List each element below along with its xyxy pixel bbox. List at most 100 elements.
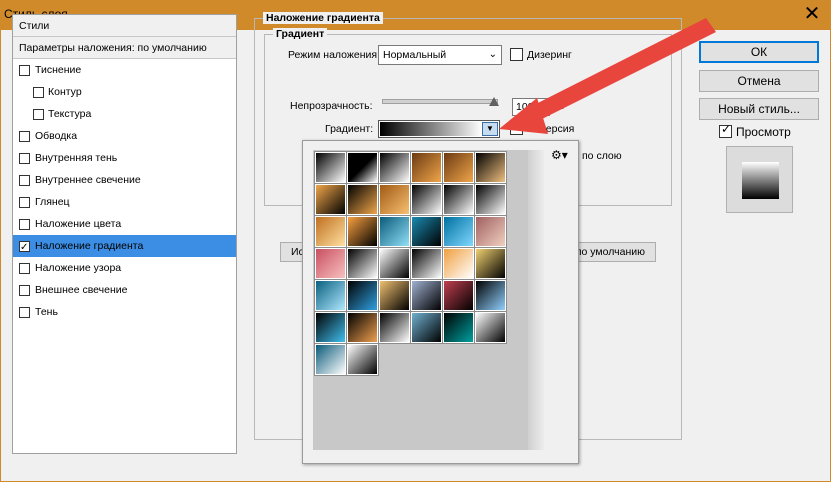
gradient-preset-swatch[interactable] xyxy=(314,247,347,280)
gradient-preview-swatch[interactable] xyxy=(380,122,482,136)
styles-header[interactable]: Стили xyxy=(13,15,236,37)
style-item-label: Наложение цвета xyxy=(35,218,122,230)
style-item-checkbox[interactable] xyxy=(19,219,30,230)
style-item-checkbox[interactable] xyxy=(19,131,30,142)
opacity-unit: % xyxy=(555,100,565,112)
close-icon[interactable]: ✕ xyxy=(801,4,823,26)
opacity-slider-thumb[interactable] xyxy=(489,97,499,106)
gear-icon[interactable]: ⚙▾ xyxy=(551,148,568,162)
gradient-preset-swatch[interactable] xyxy=(378,215,411,248)
style-preview xyxy=(726,146,793,213)
gradient-preset-swatch[interactable] xyxy=(314,151,347,184)
blending-options-item[interactable]: Параметры наложения: по умолчанию xyxy=(13,37,236,59)
gradient-preset-swatch[interactable] xyxy=(410,183,443,216)
dither-checkbox[interactable] xyxy=(510,48,523,61)
triangle-down-icon: ▼ xyxy=(486,124,494,133)
gradient-preset-swatch[interactable] xyxy=(474,311,507,344)
style-item-checkbox[interactable] xyxy=(19,197,30,208)
reset-default-button[interactable]: по умолчанию xyxy=(568,242,656,262)
style-item[interactable]: Тень xyxy=(13,301,236,323)
opacity-label: Непрозрачность: xyxy=(290,100,373,112)
style-item[interactable]: Контур xyxy=(13,81,236,103)
gradient-preset-swatch[interactable] xyxy=(314,183,347,216)
style-item-checkbox[interactable] xyxy=(33,87,44,98)
gradient-preset-swatch[interactable] xyxy=(474,215,507,248)
gradient-preset-swatch[interactable] xyxy=(442,215,475,248)
gradient-preset-swatch[interactable] xyxy=(442,247,475,280)
style-item-label: Глянец xyxy=(35,196,70,208)
style-item-checkbox[interactable] xyxy=(19,263,30,274)
style-item-label: Внешнее свечение xyxy=(35,284,128,296)
gradient-preset-swatch[interactable] xyxy=(410,151,443,184)
style-item-checkbox[interactable] xyxy=(19,237,30,259)
gradient-preset-swatch[interactable] xyxy=(346,311,379,344)
gradient-preset-swatch[interactable] xyxy=(378,183,411,216)
cancel-button[interactable]: Отмена xyxy=(699,70,819,92)
style-item-checkbox[interactable] xyxy=(33,109,44,120)
opacity-slider[interactable] xyxy=(382,99,498,104)
gradient-preset-swatch[interactable] xyxy=(442,311,475,344)
style-item-label: Внутреннее свечение xyxy=(35,174,141,186)
style-item[interactable]: Наложение градиента xyxy=(13,235,236,259)
gradient-preset-swatch[interactable] xyxy=(474,151,507,184)
ok-button[interactable]: ОК xyxy=(699,41,819,63)
style-item-checkbox[interactable] xyxy=(19,285,30,296)
gradient-preset-swatch[interactable] xyxy=(314,343,347,376)
gradient-preset-swatch[interactable] xyxy=(410,215,443,248)
style-item[interactable]: Глянец xyxy=(13,191,236,213)
style-item[interactable]: Наложение узора xyxy=(13,257,236,279)
gradient-preset-swatch[interactable] xyxy=(314,279,347,312)
gradient-preset-swatch[interactable] xyxy=(410,279,443,312)
gradient-preset-swatch[interactable] xyxy=(442,183,475,216)
style-item-label: Тень xyxy=(35,306,58,318)
gradient-preset-swatch[interactable] xyxy=(346,279,379,312)
gradient-preset-swatch[interactable] xyxy=(314,311,347,344)
preview-checkbox[interactable]: ✓ xyxy=(719,122,732,138)
style-item-label: Текстура xyxy=(48,108,92,120)
reverse-label: Инверсия xyxy=(527,123,575,135)
blend-mode-label: Режим наложения: xyxy=(288,49,381,61)
gradient-preset-swatch[interactable] xyxy=(378,311,411,344)
gradient-preset-swatch[interactable] xyxy=(474,183,507,216)
gradient-preset-swatch[interactable] xyxy=(410,247,443,280)
gradient-dropdown-button[interactable]: ▼ xyxy=(482,122,498,136)
reverse-checkbox[interactable] xyxy=(510,122,523,135)
dither-label: Дизеринг xyxy=(527,49,572,61)
opacity-input[interactable]: 100 xyxy=(512,98,550,116)
group-title: Наложение градиента xyxy=(263,12,383,24)
blend-mode-value: Нормальный xyxy=(383,49,447,61)
align-with-layer-label: по слою xyxy=(582,150,622,162)
style-item[interactable]: Обводка xyxy=(13,125,236,147)
style-item[interactable]: Внутренняя тень xyxy=(13,147,236,169)
picker-scrollbar[interactable] xyxy=(528,150,544,450)
gradient-preset-swatch[interactable] xyxy=(378,151,411,184)
gradient-preset-swatch[interactable] xyxy=(346,151,379,184)
gradient-preset-swatch[interactable] xyxy=(474,247,507,280)
style-item-label: Обводка xyxy=(35,130,78,142)
gradient-preset-swatch[interactable] xyxy=(378,247,411,280)
style-item-checkbox[interactable] xyxy=(19,175,30,186)
gradient-label: Градиент: xyxy=(325,123,374,135)
style-item[interactable]: Внешнее свечение xyxy=(13,279,236,301)
gradient-preset-swatch[interactable] xyxy=(410,311,443,344)
style-item-checkbox[interactable] xyxy=(19,65,30,76)
style-item[interactable]: Внутреннее свечение xyxy=(13,169,236,191)
gradient-preset-swatch[interactable] xyxy=(442,151,475,184)
gradient-preset-swatch[interactable] xyxy=(442,279,475,312)
gradient-preset-swatch[interactable] xyxy=(314,215,347,248)
style-item[interactable]: Тиснение xyxy=(13,59,236,81)
new-style-button[interactable]: Новый стиль... xyxy=(699,98,819,120)
gradient-preset-swatch[interactable] xyxy=(378,279,411,312)
style-item[interactable]: Наложение цвета xyxy=(13,213,236,235)
style-item-checkbox[interactable] xyxy=(19,153,30,164)
style-item-checkbox[interactable] xyxy=(19,307,30,318)
gradient-preset-swatch[interactable] xyxy=(346,247,379,280)
gradient-preset-swatch[interactable] xyxy=(474,279,507,312)
style-item[interactable]: Текстура xyxy=(13,103,236,125)
preview-swatch xyxy=(742,162,779,199)
gradient-preset-swatch[interactable] xyxy=(346,183,379,216)
style-item-label: Тиснение xyxy=(35,64,82,76)
gradient-preset-swatch[interactable] xyxy=(346,343,379,376)
gradient-preset-swatch[interactable] xyxy=(346,215,379,248)
blend-mode-select[interactable]: Нормальный ⌄ xyxy=(378,45,502,65)
